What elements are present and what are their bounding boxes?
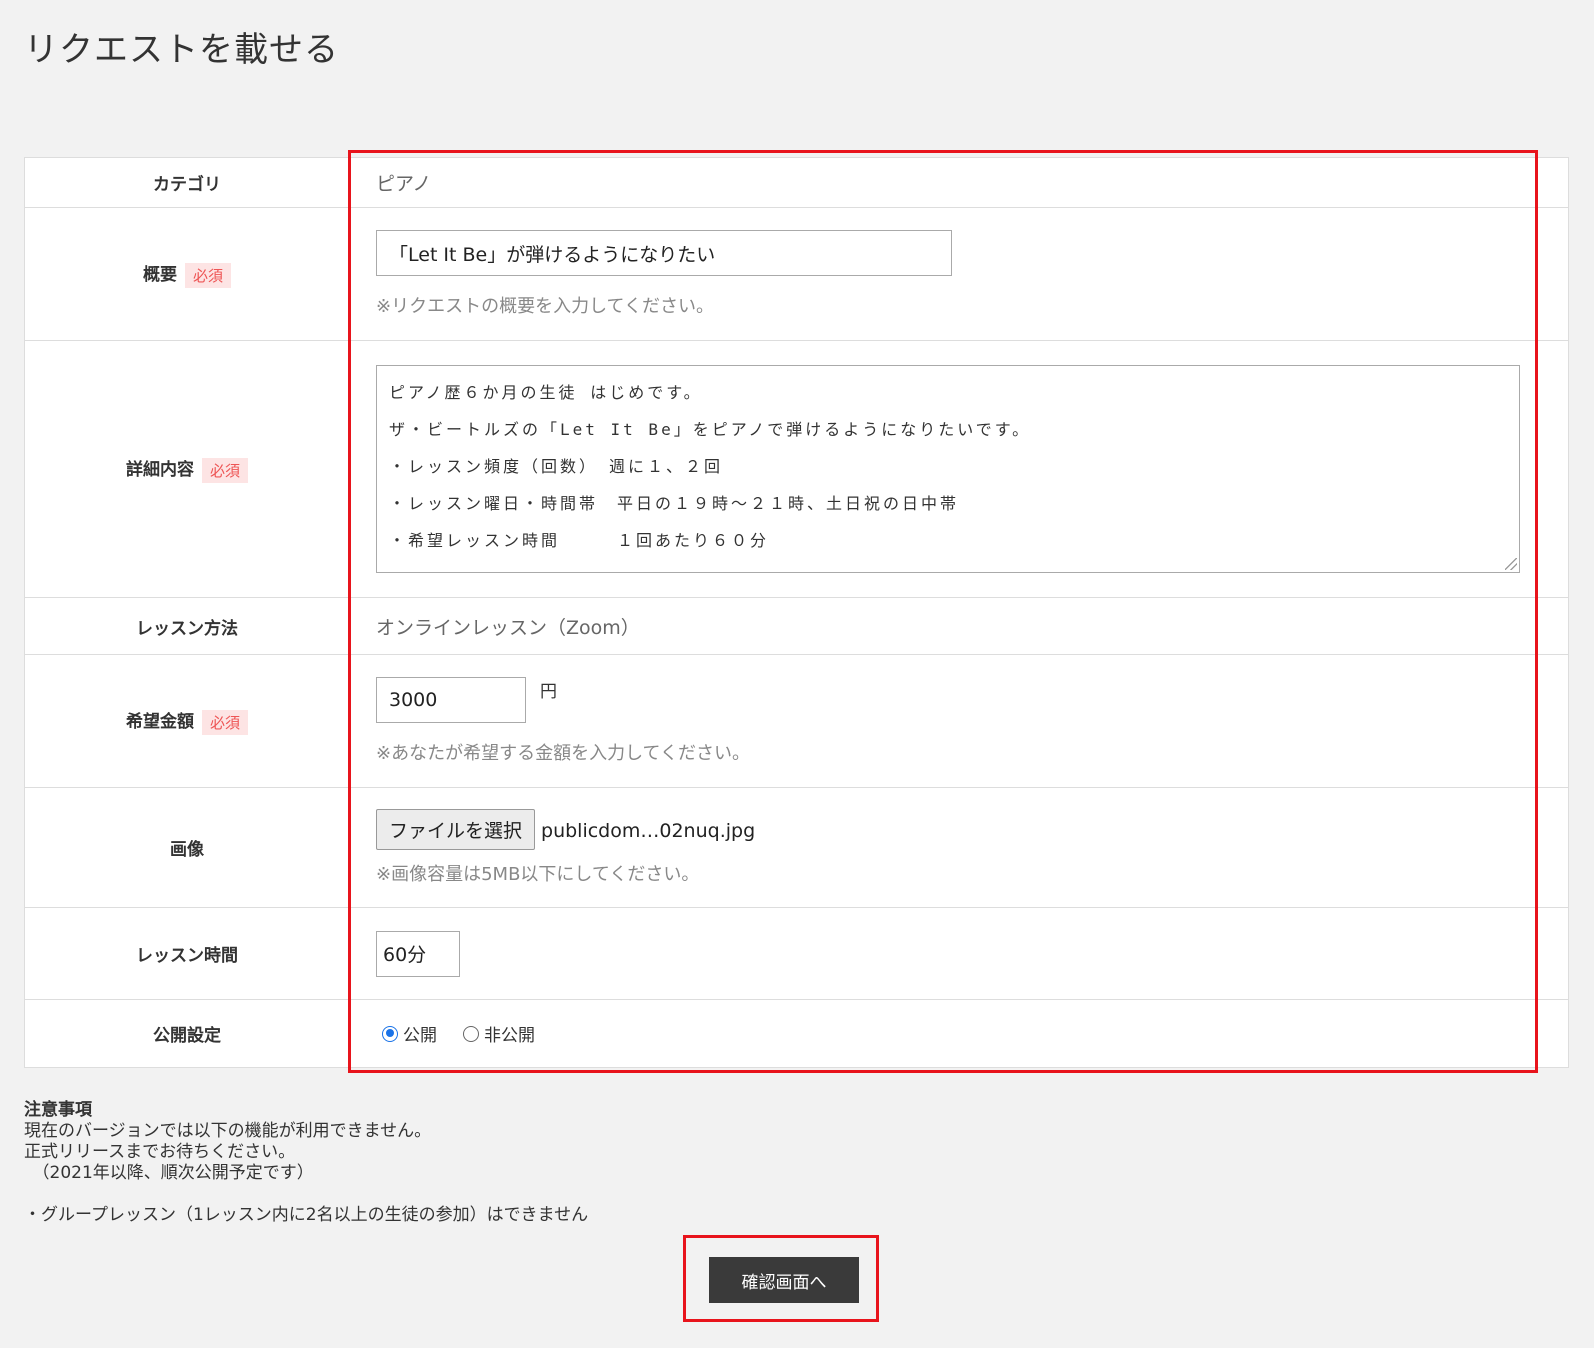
page-title: リクエストを載せる (24, 30, 339, 70)
details-line: ザ・ビートルズの「Let It Be」をピアノで弾けるようになりたいです。 (389, 420, 1032, 439)
required-badge: 必須 (201, 457, 248, 483)
notes-line: ・グループレッスン（1レッスン内に2名以上の生徒の参加）はできません (24, 1205, 589, 1225)
details-line: ・希望レッスン時間 １回あたり６０分 (389, 531, 770, 550)
resize-handle-icon[interactable] (1505, 558, 1517, 570)
category-value: ピアノ (376, 173, 432, 195)
row-visibility: 公開設定 公開 非公開 (24, 999, 1569, 1068)
details-label: 詳細内容 必須 (24, 340, 350, 598)
radio-public[interactable]: 公開 (382, 1022, 437, 1046)
row-image: 画像 ファイルを選択 publicdom…02nuq.jpg ※画像容量は5MB以… (24, 787, 1569, 908)
price-label: 希望金額 必須 (24, 654, 350, 788)
row-price: 希望金額必須 円 ※あなたが希望する金額を入力してください。 (24, 654, 1569, 788)
notes-heading: 注意事項 (24, 1100, 92, 1120)
details-line: ・レッスン曜日・時間帯 平日の１９時～２１時、土日祝の日中帯 (389, 494, 960, 513)
image-hint: ※画像容量は5MB以下にしてください。 (376, 864, 700, 885)
file-name: publicdom…02nuq.jpg (541, 820, 756, 842)
radio-button-unchecked[interactable] (463, 1025, 480, 1042)
radio-public-label[interactable]: 公開 (403, 1026, 437, 1046)
price-hint: ※あなたが希望する金額を入力してください。 (376, 743, 750, 764)
details-line: ・レッスン頻度（回数） 週に１、２回 (389, 457, 724, 476)
notes-line (24, 1184, 588, 1205)
row-method: レッスン方法 オンラインレッスン（Zoom） (24, 597, 1569, 655)
notes-section: 注意事項 現在のバージョンでは以下の機能が利用できません。 正式リリースまでお待… (24, 1100, 588, 1226)
radio-private[interactable]: 非公開 (463, 1022, 535, 1046)
method-value: オンラインレッスン（Zoom） (376, 616, 640, 639)
radio-button-checked[interactable] (382, 1025, 398, 1042)
image-label: 画像 (24, 787, 350, 908)
required-badge: 必須 (201, 709, 248, 735)
row-duration: レッスン時間 (24, 907, 1569, 1000)
duration-input[interactable] (376, 930, 460, 977)
confirm-button[interactable]: 確認画面へ (709, 1257, 859, 1303)
notes-line: 現在のバージョンでは以下の機能が利用できません。 (24, 1121, 432, 1141)
row-category: カテゴリ ピアノ (24, 157, 1569, 208)
duration-label: レッスン時間 (24, 907, 350, 1000)
summary-label: 概要 必須 (24, 207, 350, 341)
summary-input[interactable] (376, 230, 952, 276)
notes-line: 正式リリースまでお待ちください。 (24, 1142, 296, 1162)
choose-file-button[interactable]: ファイルを選択 (376, 809, 536, 850)
notes-line: （2021年以降、順次公開予定です） (24, 1163, 314, 1183)
summary-hint: ※リクエストの概要を入力してください。 (376, 296, 715, 317)
category-label: カテゴリ (24, 157, 350, 208)
method-label: レッスン方法 (24, 597, 350, 655)
required-badge: 必須 (184, 262, 231, 288)
price-unit: 円 (540, 682, 558, 702)
price-input[interactable] (376, 677, 526, 723)
visibility-label: 公開設定 (24, 999, 350, 1068)
radio-private-label[interactable]: 非公開 (484, 1026, 535, 1046)
request-form: カテゴリ ピアノ 概要必須 ※リクエストの概要を入力してください。 詳細内容必須… (24, 157, 1569, 1068)
details-line: ピアノ歴６か月の生徒 はじめです。 (389, 383, 703, 402)
row-summary: 概要必須 ※リクエストの概要を入力してください。 (24, 207, 1569, 341)
row-details: 詳細内容 必須 ピアノ歴６か月の生徒 はじめです。ザ・ビートルズの「Let It … (24, 340, 1569, 598)
details-textarea[interactable]: ピアノ歴６か月の生徒 はじめです。ザ・ビートルズの「Let It Be」をピアノ… (376, 365, 1520, 573)
